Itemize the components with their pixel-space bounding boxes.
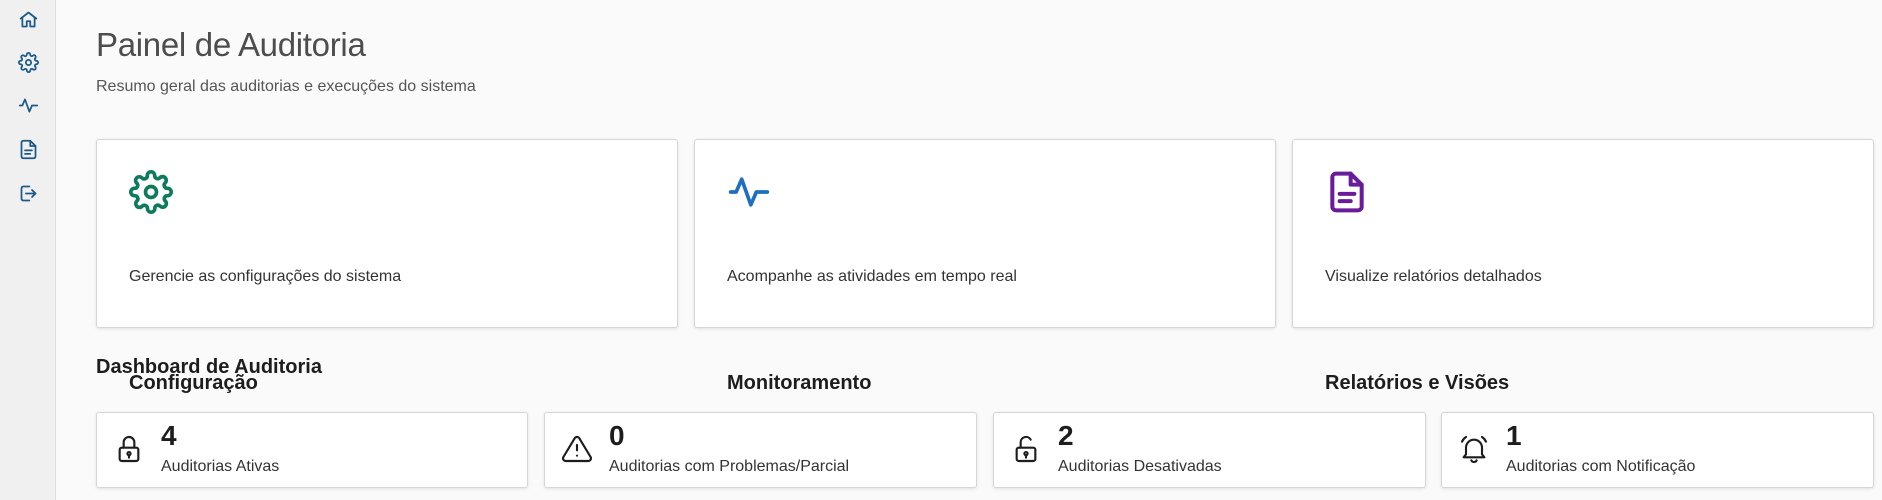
sidebar-item-configuration[interactable] — [12, 49, 44, 81]
main-content: Painel de Auditoria Resumo geral das aud… — [96, 0, 1882, 500]
page-subtitle: Resumo geral das auditorias e execuções … — [96, 78, 476, 95]
stat-problem-audits[interactable]: 0 Auditorias com Problemas/Parcial — [544, 412, 977, 488]
stat-value: 1 — [1506, 420, 1522, 451]
unlock-icon — [1010, 433, 1042, 465]
gear-icon — [17, 52, 39, 78]
gear-icon — [129, 170, 173, 214]
home-icon — [18, 9, 39, 35]
card-configuration[interactable]: Configuração Gerencie as configurações d… — [96, 139, 678, 394]
stat-label: Auditorias Desativadas — [1058, 458, 1222, 475]
dashboard-title: Dashboard de Auditoria — [96, 356, 322, 378]
sidebar — [0, 0, 56, 500]
page-title: Painel de Auditoria — [96, 26, 366, 63]
card-title: Monitoramento — [727, 372, 872, 394]
card-description: Visualize relatórios detalhados — [1325, 268, 1542, 285]
stat-label: Auditorias com Problemas/Parcial — [609, 458, 850, 475]
document-icon — [1325, 170, 1369, 214]
sidebar-item-reports[interactable] — [12, 136, 44, 168]
warning-icon — [561, 433, 593, 465]
logout-icon — [18, 183, 39, 209]
sidebar-item-monitoring[interactable] — [12, 92, 44, 124]
sidebar-item-logout[interactable] — [12, 180, 44, 212]
document-icon — [18, 139, 39, 165]
activity-icon — [18, 95, 39, 121]
activity-icon — [727, 170, 771, 214]
card-reports[interactable]: Relatórios e Visões Visualize relatórios… — [1292, 139, 1874, 394]
stat-active-audits[interactable]: 4 Auditorias Ativas — [96, 412, 528, 488]
stat-notification-audits[interactable]: 1 Auditorias com Notificação — [1441, 412, 1874, 488]
stat-disabled-audits[interactable]: 2 Auditorias Desativadas — [993, 412, 1426, 488]
stat-value: 0 — [609, 420, 625, 451]
card-description: Gerencie as configurações do sistema — [129, 268, 402, 285]
bell-icon — [1458, 433, 1490, 465]
card-title: Relatórios e Visões — [1325, 372, 1510, 394]
card-description: Acompanhe as atividades em tempo real — [727, 268, 1017, 285]
stat-value: 2 — [1058, 420, 1074, 451]
lock-icon — [113, 433, 145, 465]
sidebar-item-home[interactable] — [12, 6, 44, 38]
stat-label: Auditorias com Notificação — [1506, 458, 1696, 475]
stat-label: Auditorias Ativas — [161, 458, 280, 475]
stat-value: 4 — [161, 420, 177, 451]
card-monitoring[interactable]: Monitoramento Acompanhe as atividades em… — [694, 139, 1276, 394]
